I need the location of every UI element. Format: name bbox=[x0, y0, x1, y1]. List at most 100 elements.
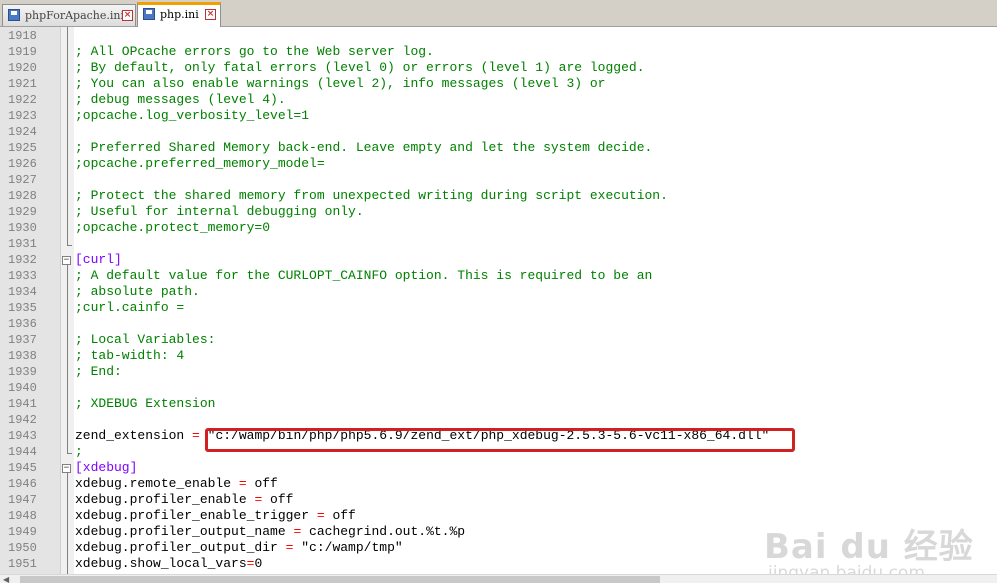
code-line[interactable]: 1918 bbox=[0, 28, 997, 44]
line-number: 1941 bbox=[8, 397, 37, 411]
tab-label: phpForApache.ini bbox=[25, 9, 124, 22]
scrollbar-thumb[interactable] bbox=[20, 576, 660, 583]
line-text: ; Useful for internal debugging only. bbox=[75, 204, 364, 220]
code-line[interactable]: 1921 ; You can also enable warnings (leve… bbox=[0, 76, 997, 92]
line-text: ; You can also enable warnings (level 2)… bbox=[75, 76, 606, 92]
line-number: 1940 bbox=[8, 381, 37, 395]
code-line[interactable]: 1923 ;opcache.log_verbosity_level=1 bbox=[0, 108, 997, 124]
line-number: 1939 bbox=[8, 365, 37, 379]
close-icon[interactable]: × bbox=[122, 10, 133, 21]
line-text: ; absolute path. bbox=[75, 284, 200, 300]
code-line[interactable]: 1941 ; XDEBUG Extension bbox=[0, 396, 997, 412]
code-line[interactable]: 1924 bbox=[0, 124, 997, 140]
code-token: xdebug.profiler_output_dir bbox=[75, 540, 286, 555]
code-line[interactable]: 1935 ;curl.cainfo = bbox=[0, 300, 997, 316]
line-number: 1929 bbox=[8, 205, 37, 219]
code-token: xdebug.profiler_enable bbox=[75, 492, 255, 507]
code-token: off bbox=[324, 508, 356, 523]
line-text: [xdebug] bbox=[75, 460, 137, 476]
code-token: "c:/wamp/tmp" bbox=[293, 540, 403, 555]
watermark-url: jingyan.baidu.com bbox=[768, 563, 925, 574]
code-token: xdebug.profiler_output_name bbox=[75, 524, 294, 539]
code-token: off bbox=[246, 476, 278, 491]
line-number: 1938 bbox=[8, 349, 37, 363]
line-number: 1936 bbox=[8, 317, 37, 331]
code-token: xdebug.remote_enable bbox=[75, 476, 239, 491]
code-line[interactable]: 1926 ;opcache.preferred_memory_model= bbox=[0, 156, 997, 172]
horizontal-scrollbar[interactable]: ◀ bbox=[0, 574, 997, 584]
line-number: 1932 bbox=[8, 253, 37, 267]
line-text: ;opcache.log_verbosity_level=1 bbox=[75, 108, 309, 124]
line-number: 1924 bbox=[8, 125, 37, 139]
code-token: ; A default value for the CURLOPT_CAINFO… bbox=[75, 268, 653, 283]
code-line[interactable]: 1930 ;opcache.protect_memory=0 bbox=[0, 220, 997, 236]
code-token: ; All OPcache errors go to the Web serve… bbox=[75, 44, 434, 59]
code-line[interactable]: 1919 ; All OPcache errors go to the Web s… bbox=[0, 44, 997, 60]
code-token: zend_extension bbox=[75, 428, 193, 443]
line-text: [curl] bbox=[75, 252, 122, 268]
code-token: ; bbox=[75, 444, 83, 459]
code-line[interactable]: 1934 ; absolute path. bbox=[0, 284, 997, 300]
line-number: 1919 bbox=[8, 45, 37, 59]
code-line[interactable]: 1939 ; End: bbox=[0, 364, 997, 380]
code-line[interactable]: 1936 bbox=[0, 316, 997, 332]
code-editor[interactable]: − − 1918 1919; All OPcache errors go to t… bbox=[0, 27, 997, 574]
code-line[interactable]: 1937 ; Local Variables: bbox=[0, 332, 997, 348]
code-line[interactable]: 1947 xdebug.profiler_enable = off bbox=[0, 492, 997, 508]
code-line[interactable]: 1925 ; Preferred Shared Memory back-end. … bbox=[0, 140, 997, 156]
code-line[interactable]: 1929 ; Useful for internal debugging only… bbox=[0, 204, 997, 220]
code-line[interactable]: 1946 xdebug.remote_enable = off bbox=[0, 476, 997, 492]
code-token: ;opcache.preferred_memory_model= bbox=[75, 156, 325, 171]
code-token: ; absolute path. bbox=[75, 284, 200, 299]
code-token: xdebug.show_local_vars bbox=[75, 556, 247, 571]
code-line[interactable]: 1942 bbox=[0, 412, 997, 428]
line-number: 1933 bbox=[8, 269, 37, 283]
code-line[interactable]: 1940 bbox=[0, 380, 997, 396]
code-line[interactable]: 1933 ; A default value for the CURLOPT_CA… bbox=[0, 268, 997, 284]
code-token: ; debug messages (level 4). bbox=[75, 92, 286, 107]
line-number: 1928 bbox=[8, 189, 37, 203]
tab-php-ini[interactable]: php.ini × bbox=[137, 2, 221, 27]
line-number: 1943 bbox=[8, 429, 37, 443]
line-number: 1921 bbox=[8, 77, 37, 91]
line-text: xdebug.profiler_enable = off bbox=[75, 492, 293, 508]
line-number: 1935 bbox=[8, 301, 37, 315]
close-icon[interactable]: × bbox=[205, 9, 216, 20]
code-token: ; Local Variables: bbox=[75, 332, 216, 347]
code-line[interactable]: 1927 bbox=[0, 172, 997, 188]
code-token: ;curl.cainfo = bbox=[75, 300, 185, 315]
line-number: 1918 bbox=[8, 29, 37, 43]
code-line[interactable]: 1928 ; Protect the shared memory from une… bbox=[0, 188, 997, 204]
code-line[interactable]: 1920 ; By default, only fatal errors (lev… bbox=[0, 60, 997, 76]
code-token: ; Useful for internal debugging only. bbox=[75, 204, 364, 219]
line-text: ; By default, only fatal errors (level 0… bbox=[75, 60, 645, 76]
line-number: 1934 bbox=[8, 285, 37, 299]
line-text: xdebug.profiler_output_name = cachegrind… bbox=[75, 524, 465, 540]
code-line[interactable]: 1938 ; tab-width: 4 bbox=[0, 348, 997, 364]
code-line[interactable]: 1922 ; debug messages (level 4). bbox=[0, 92, 997, 108]
baidu-watermark: Bai du 经验 jingyan.baidu.com bbox=[762, 519, 992, 574]
code-token: = bbox=[192, 428, 200, 443]
tab-label: php.ini bbox=[160, 8, 199, 21]
code-token: ; You can also enable warnings (level 2)… bbox=[75, 76, 606, 91]
line-text: ; Protect the shared memory from unexpec… bbox=[75, 188, 668, 204]
line-text: ; tab-width: 4 bbox=[75, 348, 184, 364]
line-number: 1947 bbox=[8, 493, 37, 507]
code-line[interactable]: 1931 bbox=[0, 236, 997, 252]
watermark-logo: Bai du 经验 bbox=[764, 527, 974, 567]
tab-bar: phpForApache.ini × php.ini × bbox=[0, 0, 997, 27]
line-text: xdebug.remote_enable = off bbox=[75, 476, 278, 492]
line-text: ; debug messages (level 4). bbox=[75, 92, 286, 108]
code-line[interactable]: 1945 [xdebug] bbox=[0, 460, 997, 476]
code-line[interactable]: 1932 [curl] bbox=[0, 252, 997, 268]
line-text: xdebug.profiler_output_dir = "c:/wamp/tm… bbox=[75, 540, 403, 556]
line-number: 1945 bbox=[8, 461, 37, 475]
line-number: 1922 bbox=[8, 93, 37, 107]
line-number: 1931 bbox=[8, 237, 37, 251]
tab-phpforapache-ini[interactable]: phpForApache.ini × bbox=[2, 4, 136, 26]
line-text: ; A default value for the CURLOPT_CAINFO… bbox=[75, 268, 652, 284]
line-number: 1949 bbox=[8, 525, 37, 539]
code-token: cachegrind.out.%t.%p bbox=[301, 524, 466, 539]
save-disk-icon bbox=[143, 8, 155, 20]
code-token: ;opcache.protect_memory=0 bbox=[75, 220, 271, 235]
